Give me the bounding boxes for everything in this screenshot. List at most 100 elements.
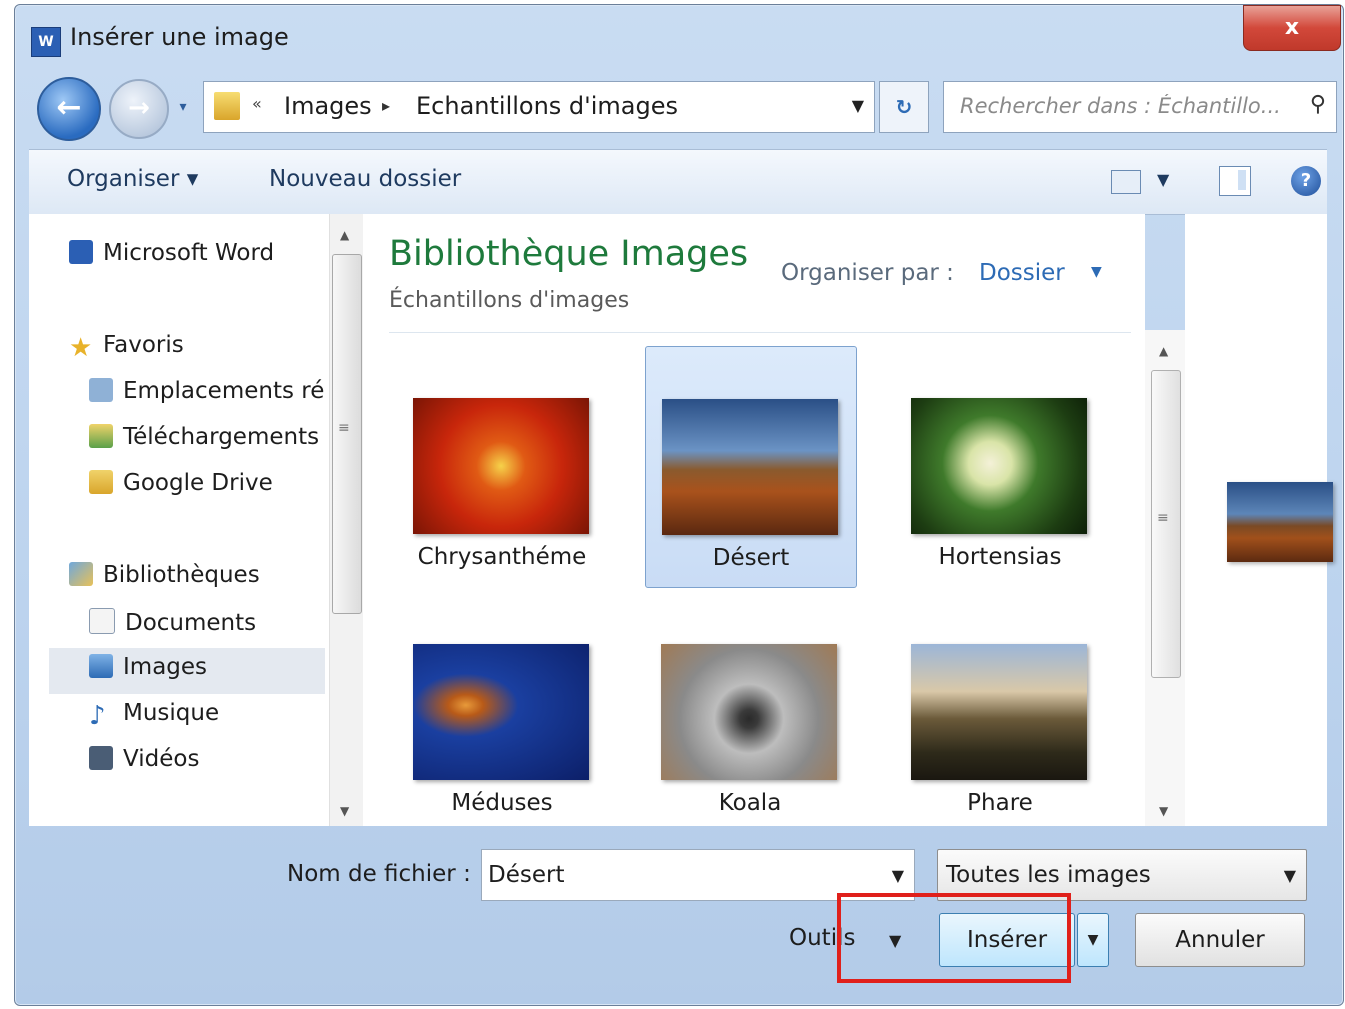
back-button[interactable]: ← [37, 77, 101, 141]
breadcrumb-overflow-icon[interactable]: « [252, 94, 262, 113]
chevron-down-icon[interactable]: ▼ [1284, 866, 1296, 885]
sidebar-item-recent-places[interactable]: Emplacements récents [89, 378, 325, 404]
chevron-right-icon[interactable]: ▸ [382, 96, 390, 115]
preview-image [1227, 482, 1333, 562]
thumbnail-chrysantheme [413, 398, 589, 534]
forward-button[interactable]: → [109, 79, 169, 139]
grip-icon: ≡ [1157, 510, 1169, 526]
thumbnail-desert [662, 399, 838, 535]
navigation-scrollbar[interactable]: ▲ ≡ ▼ [329, 214, 364, 826]
pictures-icon [89, 654, 113, 678]
filename-label: Nom de fichier : [287, 861, 471, 887]
word-app-icon: W [31, 27, 61, 57]
file-name: Méduses [451, 790, 553, 816]
search-placeholder[interactable]: Rechercher dans : Échantillo... [960, 94, 1290, 118]
file-tile-koala[interactable]: Koala [645, 592, 855, 832]
sidebar-item-label: Téléchargements [123, 424, 320, 450]
file-name: Phare [967, 790, 1033, 816]
scroll-down-icon[interactable]: ▼ [1159, 804, 1168, 818]
breadcrumb-images[interactable]: Images [284, 92, 372, 120]
divider [389, 332, 1131, 333]
change-view-icon[interactable] [1111, 170, 1141, 194]
preview-pane [1185, 214, 1333, 826]
sidebar-item-google-drive[interactable]: Google Drive [89, 470, 273, 496]
search-icon[interactable]: ⚲ [1310, 92, 1326, 117]
navigation-pane: Microsoft Word ★ Favoris Emplacements réc… [29, 214, 329, 826]
file-name: Désert [712, 545, 790, 571]
command-bar: Organiser ▾ Nouveau dossier ▼ ? [29, 149, 1327, 215]
file-name: Chrysanthéme [417, 544, 587, 570]
refresh-button[interactable]: ↻ [879, 81, 929, 133]
insert-options-dropdown[interactable]: ▼ [1077, 913, 1109, 967]
sidebar-item-label: Documents [125, 610, 257, 636]
documents-icon [89, 608, 115, 634]
thumbnail-phare [911, 644, 1087, 780]
sidebar-item-label: Musique [123, 700, 220, 726]
view-dropdown-icon[interactable]: ▼ [1157, 170, 1169, 189]
word-icon [69, 240, 93, 264]
file-tile-meduses[interactable]: Méduses [397, 592, 607, 832]
thumbnail-meduses [413, 644, 589, 780]
file-name: Hortensias [938, 544, 1062, 570]
file-tile-phare[interactable]: Phare [895, 592, 1105, 832]
libraries-icon [69, 562, 93, 586]
help-icon[interactable]: ? [1291, 166, 1321, 196]
file-name: Koala [718, 790, 782, 816]
thumbnail-hortensias [911, 398, 1087, 534]
file-tile-hortensias[interactable]: Hortensias [895, 346, 1105, 586]
file-list-scrollbar[interactable]: ▲ ≡ ▼ [1145, 330, 1185, 826]
grip-icon: ≡ [338, 420, 350, 436]
folder-icon [214, 92, 240, 120]
sidebar-item-label: Emplacements récents [123, 378, 325, 404]
address-bar[interactable]: « Images ▸ Echantillons d'images ▼ [203, 81, 875, 133]
sidebar-item-videos[interactable]: Vidéos [89, 746, 199, 772]
file-type-value[interactable]: Toutes les images [946, 862, 1151, 888]
thumbnail-koala [661, 644, 837, 780]
library-subtitle: Échantillons d'images [389, 288, 630, 313]
filename-value[interactable]: Désert [488, 862, 564, 888]
sidebar-item-label: Bibliothèques [103, 562, 260, 588]
sidebar-item-libraries[interactable]: Bibliothèques [69, 562, 260, 588]
google-drive-icon [89, 470, 113, 494]
file-list: Bibliothèque Images Échantillons d'image… [363, 214, 1145, 826]
scroll-up-icon[interactable]: ▲ [340, 228, 349, 242]
insert-picture-dialog: W Insérer une image x ← → ▾ « Images ▸ E… [14, 4, 1344, 1006]
library-title: Bibliothèque Images [389, 234, 749, 274]
sidebar-item-downloads[interactable]: Téléchargements [89, 424, 325, 450]
preview-pane-icon[interactable] [1219, 166, 1251, 196]
music-icon: ♪ [89, 701, 106, 728]
sidebar-item-documents[interactable]: Documents [89, 608, 256, 636]
sidebar-item-label: Vidéos [123, 746, 200, 772]
sidebar-item-label: Images [123, 654, 208, 680]
videos-icon [89, 746, 113, 770]
chevron-down-icon[interactable]: ▼ [1091, 264, 1102, 280]
search-box[interactable]: Rechercher dans : Échantillo... ⚲ [943, 81, 1337, 133]
scroll-up-icon[interactable]: ▲ [1159, 344, 1168, 358]
sidebar-item-microsoft-word[interactable]: Microsoft Word [69, 240, 274, 266]
recent-pages-dropdown[interactable]: ▾ [173, 97, 193, 117]
downloads-icon [89, 424, 113, 448]
new-folder-button[interactable]: Nouveau dossier [269, 166, 461, 192]
file-tile-chrysantheme[interactable]: Chrysanthéme [397, 346, 607, 586]
sidebar-item-label: Favoris [103, 332, 184, 358]
close-button[interactable]: x [1243, 5, 1341, 51]
sidebar-item-label: Microsoft Word [103, 240, 275, 266]
scroll-down-icon[interactable]: ▼ [340, 804, 349, 818]
sidebar-item-music[interactable]: ♪ Musique [89, 700, 219, 728]
breadcrumb-sample-pictures[interactable]: Echantillons d'images [416, 92, 678, 120]
organize-button[interactable]: Organiser ▾ [67, 166, 198, 192]
star-icon: ★ [69, 333, 93, 360]
sidebar-item-images[interactable]: Images [89, 654, 207, 680]
window-title: Insérer une image [70, 23, 289, 51]
sidebar-item-label: Google Drive [123, 470, 273, 496]
highlight-annotation [837, 893, 1071, 983]
sidebar-item-favorites[interactable]: ★ Favoris [69, 332, 184, 360]
file-tile-desert[interactable]: Désert [645, 346, 857, 588]
chevron-down-icon[interactable]: ▼ [892, 866, 904, 885]
cancel-button[interactable]: Annuler [1135, 913, 1305, 967]
title-bar: W Insérer une image x [15, 5, 1343, 71]
arrange-by-label: Organiser par : [781, 260, 954, 286]
address-dropdown-icon[interactable]: ▼ [852, 96, 864, 115]
recent-places-icon [89, 378, 113, 402]
arrange-by-dropdown[interactable]: Dossier [979, 260, 1065, 286]
